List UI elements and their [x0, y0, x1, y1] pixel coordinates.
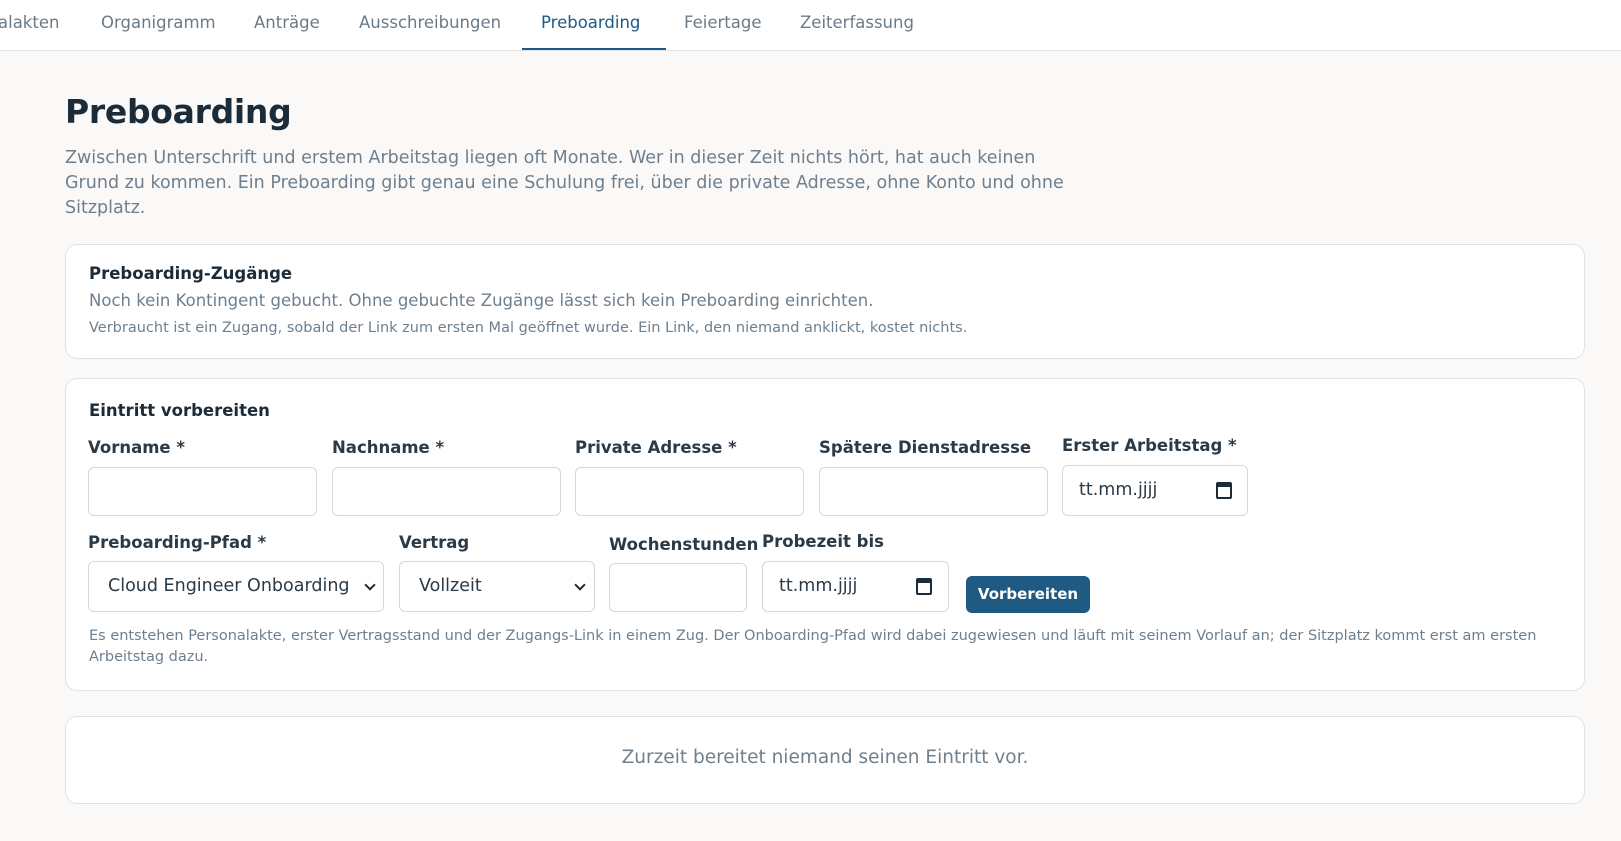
erster-arbeitstag-date-input[interactable]: tt.mm.jjjj [1062, 465, 1248, 516]
private-adresse-input[interactable] [575, 467, 804, 516]
tab-personalakten[interactable]: alakten [0, 0, 59, 51]
empty-state-text: Zurzeit bereitet niemand seinen Eintritt… [621, 747, 1029, 768]
wochenstunden-input[interactable] [609, 563, 747, 612]
prepare-entry-title: Eintritt vorbereiten [89, 401, 270, 420]
empty-state-card: Zurzeit bereitet niemand seinen Eintritt… [65, 716, 1585, 804]
tab-organigramm[interactable]: Organigramm [101, 0, 216, 51]
calendar-icon[interactable] [1216, 482, 1232, 499]
chevron-down-icon [574, 579, 586, 591]
access-hint-text: Verbraucht ist ein Zugang, sobald der Li… [89, 320, 968, 336]
pfad-select[interactable]: Cloud Engineer Onboarding [88, 561, 384, 612]
nachname-input[interactable] [332, 467, 561, 516]
pfad-label: Preboarding-Pfad * [88, 533, 267, 552]
tab-zeiterfassung[interactable]: Zeiterfassung [800, 0, 914, 51]
page-title: Preboarding [65, 92, 292, 131]
active-tab-indicator [522, 48, 666, 50]
chevron-down-icon [364, 579, 376, 591]
vorname-input[interactable] [88, 467, 317, 516]
wochenstunden-label: Wochenstunden [609, 535, 759, 554]
probezeit-label: Probezeit bis [762, 532, 884, 551]
erster-arbeitstag-label: Erster Arbeitstag * [1062, 436, 1237, 455]
vertrag-label: Vertrag [399, 533, 470, 552]
erster-arbeitstag-placeholder: tt.mm.jjjj [1079, 480, 1158, 500]
nachname-label: Nachname * [332, 438, 445, 457]
vorbereiten-button[interactable]: Vorbereiten [966, 576, 1090, 613]
tab-antraege[interactable]: Anträge [254, 0, 320, 51]
dienstadresse-label: Spätere Dienstadresse [819, 438, 1032, 457]
access-card-title: Preboarding-Zugänge [89, 264, 293, 283]
tab-ausschreibungen[interactable]: Ausschreibungen [359, 0, 501, 51]
vorname-label: Vorname * [88, 438, 185, 457]
tab-preboarding[interactable]: Preboarding [541, 0, 640, 51]
private-adresse-label: Private Adresse * [575, 438, 737, 457]
access-card: Preboarding-Zugänge Noch kein Kontingent… [65, 244, 1585, 359]
vertrag-selected-value: Vollzeit [419, 576, 482, 596]
pfad-selected-value: Cloud Engineer Onboarding [108, 576, 350, 596]
access-status-text: Noch kein Kontingent gebucht. Ohne gebuc… [89, 291, 874, 310]
calendar-icon[interactable] [916, 578, 932, 595]
vertrag-select[interactable]: Vollzeit [399, 561, 595, 612]
tab-bar: alakten Organigramm Anträge Ausschreibun… [0, 0, 1621, 51]
prepare-entry-note: Es entstehen Personalakte, erster Vertra… [89, 628, 1537, 665]
page-intro: Zwischen Unterschrift und erstem Arbeits… [65, 148, 1064, 218]
tab-feiertage[interactable]: Feiertage [684, 0, 761, 51]
probezeit-date-input[interactable]: tt.mm.jjjj [762, 561, 949, 612]
dienstadresse-input[interactable] [819, 467, 1048, 516]
probezeit-placeholder: tt.mm.jjjj [779, 576, 858, 596]
